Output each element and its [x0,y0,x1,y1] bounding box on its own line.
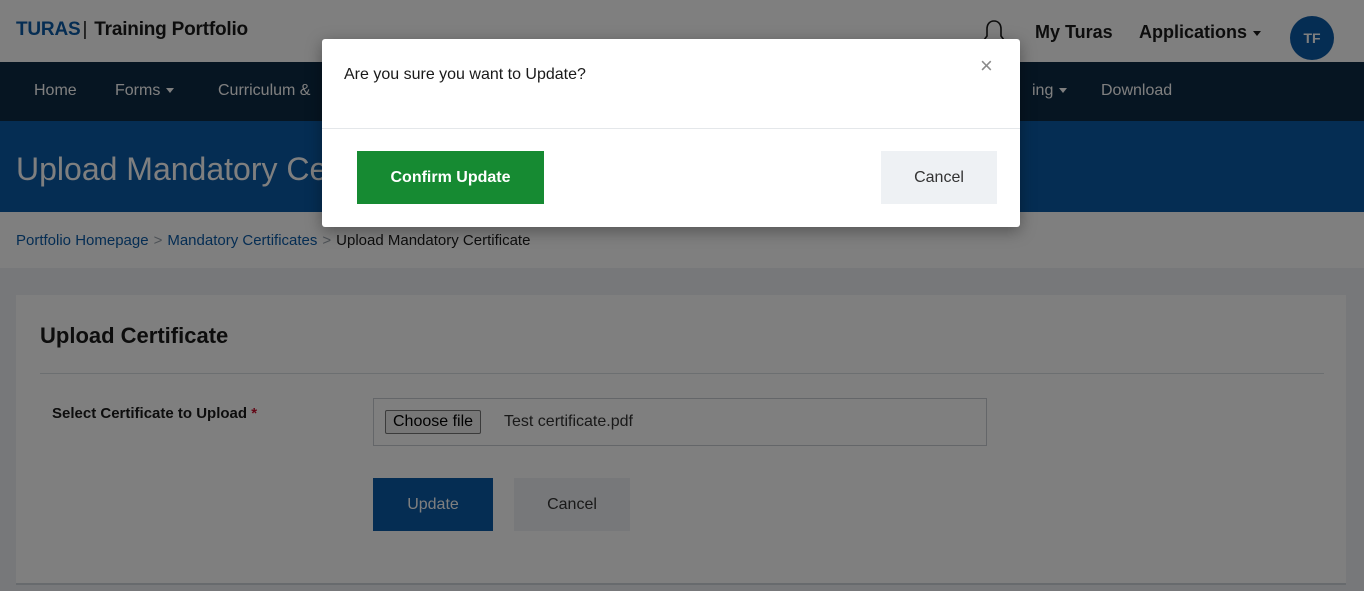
dialog-question: Are you sure you want to Update? [344,66,586,83]
dialog-cancel-button[interactable]: Cancel [881,151,997,204]
close-icon[interactable]: × [980,53,993,79]
confirm-update-dialog: Are you sure you want to Update? × Confi… [322,39,1020,227]
dialog-header: Are you sure you want to Update? × [322,39,1020,129]
confirm-update-button[interactable]: Confirm Update [357,151,544,204]
